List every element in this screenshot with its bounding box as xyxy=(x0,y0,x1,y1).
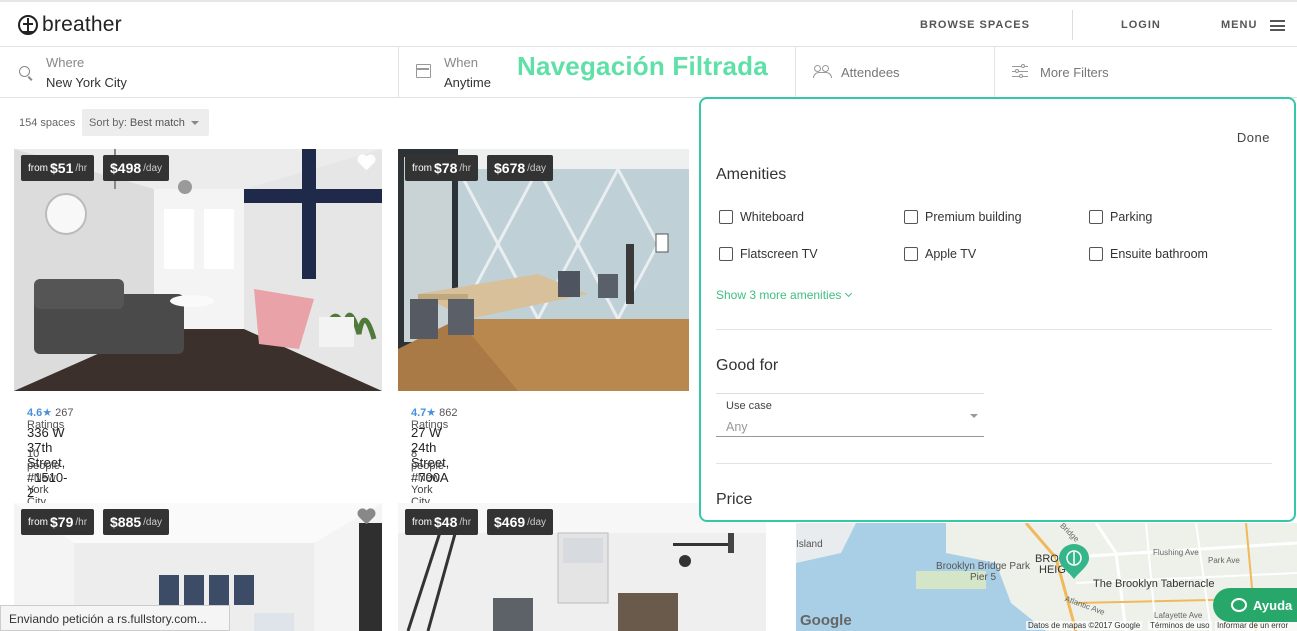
map-label-pier: Brooklyn Bridge Park Pier 5 xyxy=(936,561,1030,583)
amenity-flatscreen-tv-checkbox[interactable]: Flatscreen TV xyxy=(719,247,818,261)
calendar-icon xyxy=(416,64,431,78)
map-label-park: Park Ave xyxy=(1208,556,1240,565)
map-report-link[interactable]: Informar de un error de xyxy=(1215,621,1297,631)
hourly-price-tag: from $78/hr xyxy=(405,155,479,181)
more-filters-label: More Filters xyxy=(1040,65,1109,80)
logo-text: breather xyxy=(42,13,122,36)
show-more-amenities-link[interactable]: Show 3 more amenities xyxy=(716,288,853,302)
checkbox-box[interactable] xyxy=(1089,247,1103,261)
space-photo[interactable]: from $78/hr $678/day xyxy=(398,149,689,391)
search-icon xyxy=(19,66,30,77)
results-count: 154 spaces xyxy=(19,117,76,129)
room-photo-illustration xyxy=(14,149,382,391)
chevron-down-icon xyxy=(190,121,199,126)
sliders-icon xyxy=(1012,64,1028,78)
amenity-parking-checkbox[interactable]: Parking xyxy=(1089,210,1152,224)
map-terms-link[interactable]: Términos de uso xyxy=(1148,621,1212,630)
amenity-whiteboard-checkbox[interactable]: Whiteboard xyxy=(719,210,804,224)
daily-price-tag: $678/day xyxy=(487,155,554,181)
sort-value: Best match xyxy=(129,117,185,129)
daily-price-tag: $498/day xyxy=(103,155,170,181)
favorite-heart-icon[interactable] xyxy=(357,509,376,526)
nav-divider xyxy=(1072,10,1073,40)
good-for-heading: Good for xyxy=(716,357,779,374)
when-value[interactable]: Anytime xyxy=(444,75,491,90)
daily-price-tag: $469/day xyxy=(487,509,554,535)
done-button[interactable]: Done xyxy=(1237,130,1270,145)
room-photo-illustration xyxy=(398,149,689,391)
checkbox-box[interactable] xyxy=(719,210,733,224)
divider xyxy=(716,463,1272,464)
space-meta: 8 people · New York City xyxy=(411,448,445,508)
google-logo: Google xyxy=(800,612,852,629)
price-heading: Price xyxy=(716,491,753,508)
space-photo[interactable]: from $51/hr $498/day xyxy=(14,149,382,391)
help-chat-button[interactable]: Ayuda xyxy=(1213,588,1297,622)
hourly-price-tag: from $79/hr xyxy=(21,509,95,535)
hamburger-icon[interactable] xyxy=(1270,20,1285,31)
amenity-premium-building-checkbox[interactable]: Premium building xyxy=(904,210,1022,224)
chevron-down-icon xyxy=(970,414,978,418)
menu-link[interactable]: MENU xyxy=(1221,19,1257,31)
checkbox-box[interactable] xyxy=(904,210,918,224)
breather-logo-icon xyxy=(18,15,38,35)
where-filter[interactable]: Where New York City xyxy=(0,47,399,98)
more-filters-button[interactable]: More Filters xyxy=(995,47,1297,98)
when-label: When xyxy=(444,55,478,70)
use-case-label: Use case xyxy=(726,400,772,412)
map-label-tabernacle: The Brooklyn Tabernacle xyxy=(1093,578,1215,590)
map-label-flushing: Flushing Ave xyxy=(1153,548,1199,557)
where-label: Where xyxy=(46,55,85,70)
divider xyxy=(716,329,1272,330)
checkbox-box[interactable] xyxy=(904,247,918,261)
amenity-apple-tv-checkbox[interactable]: Apple TV xyxy=(904,247,976,261)
use-case-select[interactable]: Use case Any xyxy=(716,393,984,437)
breather-logo[interactable]: breather xyxy=(18,13,122,37)
map-pin-icon[interactable] xyxy=(1058,544,1090,580)
space-photo[interactable]: from $48/hr $469/day xyxy=(398,503,766,631)
space-meta: 10 people · New York City xyxy=(27,448,61,508)
checkbox-box[interactable] xyxy=(1089,210,1103,224)
attendees-filter[interactable]: Attendees xyxy=(796,47,995,98)
star-icon: ★ xyxy=(42,407,53,419)
map-label-island: Island xyxy=(796,539,823,550)
amenities-heading: Amenities xyxy=(716,166,787,183)
map-data-attribution: Datos de mapas ©2017 Google xyxy=(1026,621,1143,630)
use-case-value: Any xyxy=(726,420,748,434)
daily-price-tag: $885/day xyxy=(103,509,170,535)
top-header: breather BROWSE SPACES LOGIN MENU xyxy=(0,0,1297,47)
star-icon: ★ xyxy=(426,407,437,419)
hourly-price-tag: from $48/hr xyxy=(405,509,479,535)
people-icon xyxy=(813,65,832,78)
favorite-heart-icon[interactable] xyxy=(357,155,376,172)
help-label: Ayuda xyxy=(1253,597,1293,613)
browser-status-bar: Enviando petición a rs.fullstory.com... xyxy=(0,605,230,631)
chat-bubble-icon xyxy=(1231,598,1247,612)
overlay-title: Navegación Filtrada xyxy=(517,51,768,81)
sort-dropdown[interactable]: Sort by: Best match xyxy=(82,109,209,136)
chevron-down-icon xyxy=(845,289,853,298)
amenity-ensuite-bathroom-checkbox[interactable]: Ensuite bathroom xyxy=(1089,247,1208,261)
filters-panel: Done Amenities Whiteboard Premium buildi… xyxy=(699,97,1296,522)
map-label-lafayette: Lafayette Ave xyxy=(1154,611,1203,620)
hourly-price-tag: from $51/hr xyxy=(21,155,95,181)
sort-label: Sort by: xyxy=(89,117,127,129)
attendees-label: Attendees xyxy=(841,65,900,80)
where-value[interactable]: New York City xyxy=(46,75,127,90)
checkbox-box[interactable] xyxy=(719,247,733,261)
browse-spaces-link[interactable]: BROWSE SPACES xyxy=(920,19,1030,31)
login-link[interactable]: LOGIN xyxy=(1121,19,1161,31)
